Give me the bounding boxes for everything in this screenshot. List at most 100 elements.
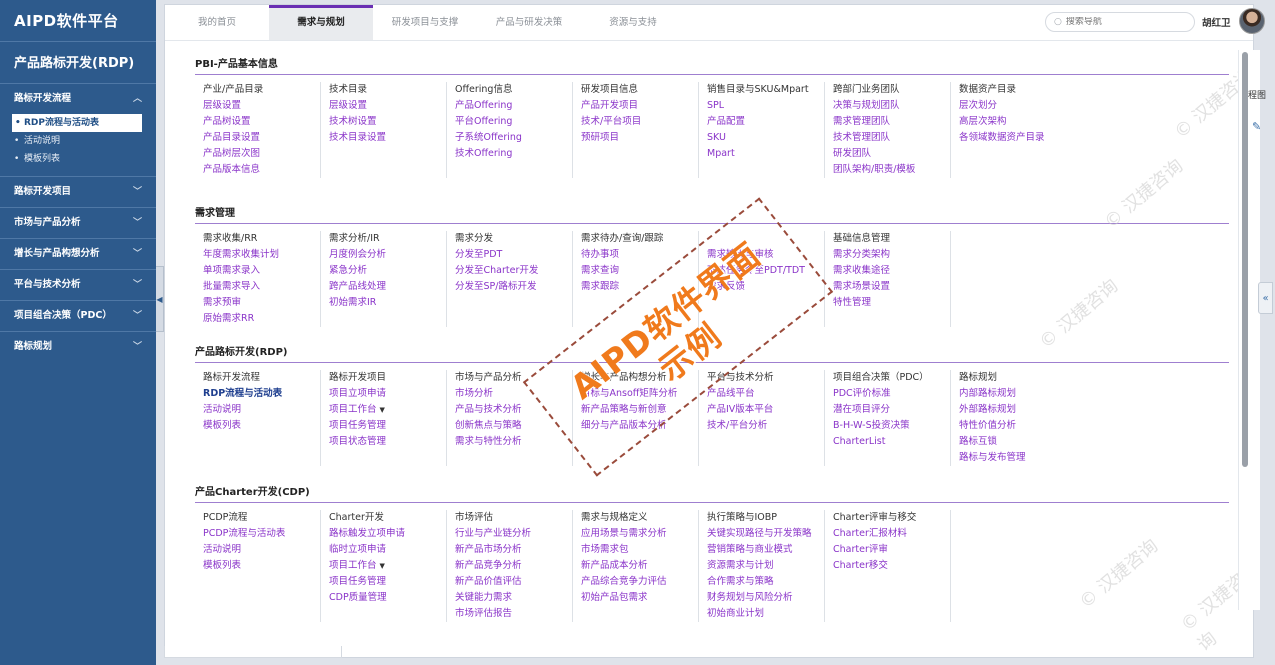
vertical-scrollbar[interactable] [1242,52,1248,467]
menu-link[interactable]: 产品综合竞争力评估 [581,574,698,590]
menu-link[interactable]: PDC评价标准 [833,386,950,402]
menu-link[interactable]: CharterList [833,434,950,450]
menu-link[interactable]: 特性管理 [833,295,950,311]
menu-link[interactable]: 活动说明 [203,542,320,558]
menu-link[interactable]: 产品版本信息 [203,162,320,178]
nav-head-pdc[interactable]: 项目组合决策（PDC） ﹀ [0,301,156,331]
menu-link[interactable]: 层次划分 [959,98,1077,114]
menu-link[interactable]: 原始需求RR [203,311,320,327]
avatar[interactable] [1239,8,1265,34]
menu-link[interactable]: 产品线平台 [707,386,824,402]
menu-link[interactable]: 产品开发项目 [581,98,698,114]
menu-link[interactable]: 需求跟踪 [581,279,698,295]
menu-link[interactable]: 批量需求导入 [203,279,320,295]
menu-link[interactable]: 紧急分析 [329,263,446,279]
menu-link[interactable]: 分发至SP/路标开发 [455,279,572,295]
menu-link[interactable]: 潜在项目评分 [833,402,950,418]
nav-head-rdp-process[interactable]: 路标开发流程 ︿ [0,84,156,114]
menu-link[interactable]: 行业与产业链分析 [455,526,572,542]
menu-link[interactable]: 应用场景与需求分析 [581,526,698,542]
menu-link[interactable]: SKU [707,130,824,146]
menu-link[interactable]: 项目工作台 ▼ [329,402,446,418]
menu-link[interactable]: 细分与产品版本分析 [581,418,698,434]
menu-link[interactable]: 预研项目 [581,130,698,146]
user-name[interactable]: 胡红卫 [1202,15,1231,29]
sidebar-item-activity-desc[interactable]: • 活动说明 [0,132,156,150]
menu-link[interactable]: 特性价值分析 [959,418,1077,434]
tab-product-decisions[interactable]: 产品与研发决策 [477,5,581,40]
menu-link[interactable]: 需求反馈 [707,279,824,295]
menu-link[interactable]: 产品Offering [455,98,572,114]
menu-link[interactable]: 模板列表 [203,558,320,574]
menu-link[interactable]: RDP流程与活动表 [203,386,320,402]
nav-head-platform-tech[interactable]: 平台与技术分析 ﹀ [0,270,156,300]
menu-link[interactable]: 资源需求与计划 [707,558,824,574]
menu-link[interactable]: 项目任务管理 [329,418,446,434]
menu-link[interactable]: 高层次架构 [959,114,1077,130]
menu-link[interactable]: 跨产品线处理 [329,279,446,295]
menu-link[interactable]: 层级设置 [203,98,320,114]
menu-link[interactable]: Charter汇报材料 [833,526,950,542]
menu-link[interactable]: 待办事项 [581,247,698,263]
menu-link[interactable]: Charter移交 [833,558,950,574]
tab-rd-projects[interactable]: 研发项目与支撑 [373,5,477,40]
menu-link[interactable]: 团队架构/职责/模板 [833,162,950,178]
menu-link[interactable]: 路标触发立项申请 [329,526,446,542]
search-box[interactable]: ○ [1045,12,1195,32]
menu-link[interactable]: 月度例会分析 [329,247,446,263]
tab-resources-support[interactable]: 资源与支持 [581,5,685,40]
menu-link[interactable]: 需求查询 [581,263,698,279]
menu-link[interactable]: 产品树层次图 [203,146,320,162]
menu-link[interactable]: 活动说明 [203,402,320,418]
menu-link[interactable]: 市场需求包 [581,542,698,558]
menu-link[interactable]: 下达任务令至PDT/TDT [707,263,824,279]
caret-down-icon[interactable]: ▼ [380,562,385,570]
menu-link[interactable]: SPL [707,98,824,114]
menu-link[interactable]: 需求管理团队 [833,114,950,130]
nav-head-market-analysis[interactable]: 市场与产品分析 ﹀ [0,208,156,238]
menu-link[interactable]: 内部路标规划 [959,386,1077,402]
menu-link[interactable]: 临时立项申请 [329,542,446,558]
menu-link[interactable]: Charter评审 [833,542,950,558]
menu-link[interactable]: 产品IV版本平台 [707,402,824,418]
menu-link[interactable]: PCDP流程与活动表 [203,526,320,542]
caret-down-icon[interactable]: ▼ [380,406,385,414]
nav-head-roadmap-project[interactable]: 路标开发项目 ﹀ [0,177,156,207]
menu-link[interactable]: 技术/平台项目 [581,114,698,130]
menu-link[interactable]: 分发至Charter开发 [455,263,572,279]
menu-link[interactable]: 项目状态管理 [329,434,446,450]
menu-link[interactable]: 营销策略与商业模式 [707,542,824,558]
menu-link[interactable]: 决策与规划团队 [833,98,950,114]
menu-link[interactable]: 新产品价值评估 [455,574,572,590]
menu-link[interactable]: 关键能力需求 [455,590,572,606]
menu-link[interactable]: CDP质量管理 [329,590,446,606]
menu-link[interactable]: 新产品成本分析 [581,558,698,574]
menu-link[interactable]: 模板列表 [203,418,320,434]
menu-link[interactable]: 财务规划与风险分析 [707,590,824,606]
sidebar-collapse-handle[interactable]: ◀ [156,266,164,332]
menu-link[interactable]: 需求输出与审核 [707,247,824,263]
menu-link[interactable]: 初始产品包需求 [581,590,698,606]
menu-link[interactable]: 项目工作台 ▼ [329,558,446,574]
menu-link[interactable]: 外部路标规划 [959,402,1077,418]
menu-link[interactable]: 技术管理团队 [833,130,950,146]
menu-link[interactable]: 关键实现路径与开发策略 [707,526,824,542]
menu-link[interactable]: 分发至PDT [455,247,572,263]
menu-link[interactable]: 产品树设置 [203,114,320,130]
menu-link[interactable]: 市场分析 [455,386,572,402]
nav-head-roadmap-plan[interactable]: 路标规划 ﹀ [0,332,156,362]
menu-link[interactable]: 项目立项申请 [329,386,446,402]
tab-requirements-planning[interactable]: 需求与规划 [269,5,373,40]
menu-link[interactable]: 平台Offering [455,114,572,130]
menu-link[interactable]: 新产品竞争分析 [455,558,572,574]
sidebar-item-template-list[interactable]: • 模板列表 [0,150,156,168]
tab-home[interactable]: 我的首页 [165,5,269,40]
pencil-icon[interactable]: ✎ [1252,120,1261,133]
menu-link[interactable]: 产品目录设置 [203,130,320,146]
menu-link[interactable]: 产品配置 [707,114,824,130]
menu-link[interactable]: 产品与技术分析 [455,402,572,418]
menu-link[interactable]: 需求与特性分析 [455,434,572,450]
menu-link[interactable]: 创新焦点与策略 [455,418,572,434]
menu-link[interactable]: 初始商业计划 [707,606,824,622]
menu-link[interactable]: 需求场景设置 [833,279,950,295]
